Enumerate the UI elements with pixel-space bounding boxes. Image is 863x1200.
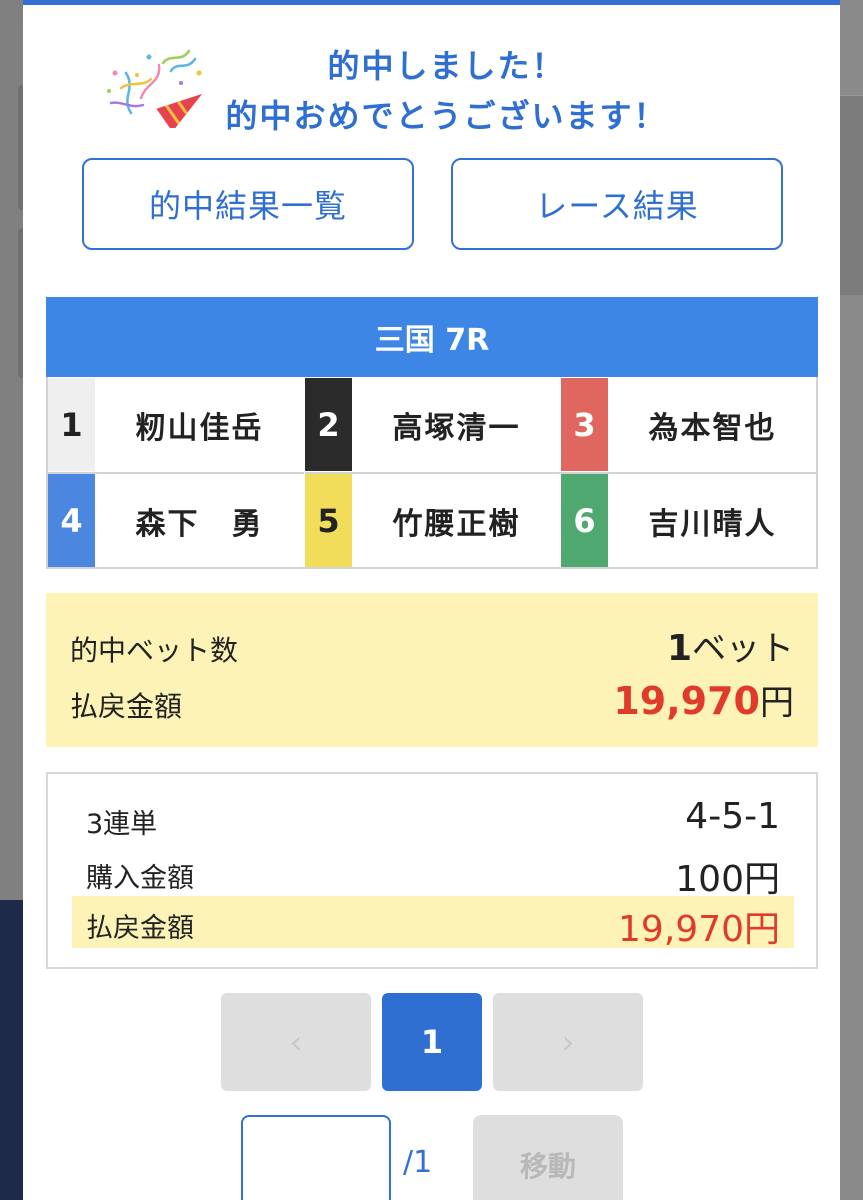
congrats-subtitle: 的中おめでとうございます！ bbox=[225, 97, 668, 135]
congrats-banner: 的中しました！ 的中おめでとうございます！ bbox=[23, 35, 840, 135]
racer-name: 為本智也 bbox=[648, 410, 777, 446]
hit-count-number: 1 bbox=[666, 628, 692, 669]
hit-summary: 的中ベット数 1ベット 払戻金額 19,970円 bbox=[46, 593, 818, 747]
hit-list-button[interactable]: 的中結果一覧 bbox=[82, 158, 414, 250]
racer-name: 森下 勇 bbox=[135, 506, 264, 542]
bet-type-value: 4-5-1 bbox=[685, 796, 780, 837]
detail-payout-row: 払戻金額 19,970円 bbox=[72, 896, 794, 950]
prev-page-button[interactable]: ‹ bbox=[221, 993, 371, 1091]
hit-result-modal: 的中しました！ 的中おめでとうございます！ 的中結果一覧 レース結果 三国 7R… bbox=[23, 0, 840, 1200]
payout-label: 払戻金額 bbox=[70, 690, 183, 723]
purchase-row: 購入金額 100円 bbox=[72, 846, 794, 900]
payout-unit: 円 bbox=[760, 683, 794, 723]
racer-number: 5 bbox=[305, 474, 352, 567]
hit-count-label: 的中ベット数 bbox=[70, 634, 239, 667]
payout-total: 19,970円 bbox=[613, 675, 794, 724]
race-title: 三国 7R bbox=[46, 297, 818, 377]
bet-type-row: 3連単 4-5-1 bbox=[72, 792, 794, 844]
page-jump: /1 移動 bbox=[23, 1115, 840, 1200]
racer-table: 1 籾山佳岳 2 高塚清一 3 為本智也 4 森下 勇 5 竹腰正樹 6 吉川晴… bbox=[46, 377, 818, 569]
racer-row: 2 高塚清一 bbox=[305, 377, 561, 472]
racer-name: 高塚清一 bbox=[392, 410, 521, 446]
next-page-button[interactable]: › bbox=[493, 993, 643, 1091]
page-jump-button[interactable]: 移動 bbox=[473, 1115, 623, 1200]
payout-amount: 19,970 bbox=[613, 679, 760, 723]
racer-name: 吉川晴人 bbox=[648, 506, 777, 542]
racer-name: 籾山佳岳 bbox=[135, 410, 264, 446]
racer-number: 1 bbox=[48, 378, 95, 471]
pagination: ‹ 1 › bbox=[23, 993, 840, 1091]
purchase-label: 購入金額 bbox=[86, 863, 194, 894]
detail-payout-label: 払戻金額 bbox=[86, 913, 194, 944]
race-result-button[interactable]: レース結果 bbox=[451, 158, 783, 250]
hit-count-value: 1ベット bbox=[667, 621, 794, 670]
congrats-title: 的中しました！ bbox=[327, 47, 566, 85]
racer-row: 3 為本智也 bbox=[561, 377, 817, 472]
bet-detail: 3連単 4-5-1 購入金額 100円 払戻金額 19,970円 bbox=[46, 772, 818, 969]
racer-row: 1 籾山佳岳 bbox=[48, 377, 304, 472]
racer-row: 4 森下 勇 bbox=[48, 472, 304, 567]
background-right-strip bbox=[839, 0, 863, 1200]
hit-count-unit: ベット bbox=[692, 629, 794, 669]
action-buttons: 的中結果一覧 レース結果 bbox=[23, 158, 840, 250]
racer-name: 竹腰正樹 bbox=[392, 506, 521, 542]
page-jump-input[interactable] bbox=[241, 1115, 391, 1200]
bet-type-label: 3連単 bbox=[86, 809, 158, 840]
page-total: /1 bbox=[403, 1145, 433, 1180]
racer-number: 4 bbox=[48, 474, 95, 567]
racer-row: 6 吉川晴人 bbox=[561, 472, 817, 567]
current-page-button[interactable]: 1 bbox=[382, 993, 482, 1091]
racer-number: 2 bbox=[305, 378, 352, 471]
racer-row: 5 竹腰正樹 bbox=[305, 472, 561, 567]
racer-number: 6 bbox=[561, 474, 608, 567]
racer-number: 3 bbox=[561, 378, 608, 471]
purchase-value: 100円 bbox=[675, 859, 780, 900]
detail-payout-value: 19,970円 bbox=[618, 909, 780, 950]
